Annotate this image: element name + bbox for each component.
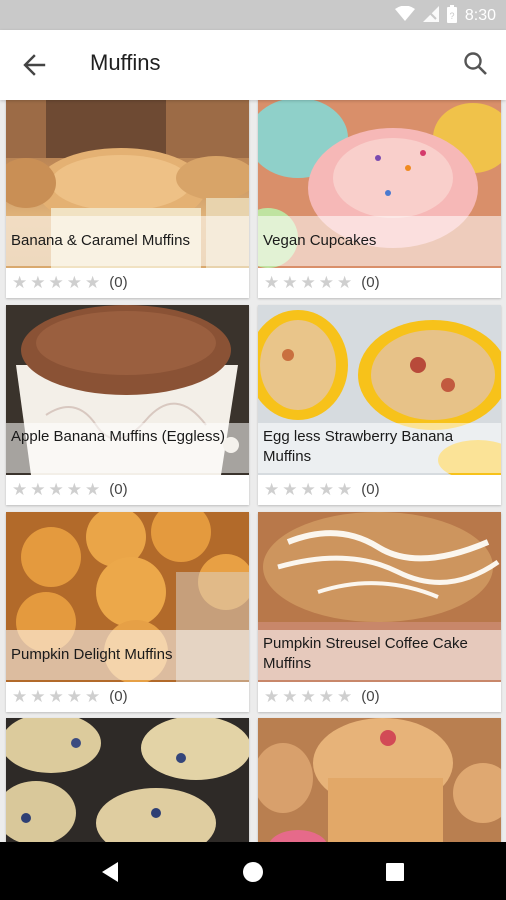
status-bar: ? 8:30 (0, 0, 506, 30)
star-icon: ★ (66, 686, 82, 706)
recipe-title: Egg less Strawberry Banana Muffins (258, 423, 501, 473)
recipe-image (6, 718, 249, 842)
recipe-title: Vegan Cupcakes (258, 216, 501, 266)
star-icon: ★ (337, 272, 353, 292)
star-icon: ★ (318, 686, 334, 706)
rating: ★ ★ ★ ★ ★ (0) (264, 272, 380, 292)
recipe-card[interactable] (258, 718, 501, 842)
back-arrow-icon[interactable] (20, 52, 50, 78)
recipe-card[interactable]: Egg less Strawberry Banana Muffins ★ ★ ★… (258, 305, 501, 505)
rating-count: (0) (109, 481, 128, 498)
star-icon: ★ (300, 686, 316, 706)
star-icon: ★ (85, 686, 101, 706)
recipe-grid: Banana & Caramel Muffins ★ ★ ★ ★ ★ (0) V… (0, 100, 506, 842)
rating: ★ ★ ★ ★ ★ (0) (264, 686, 380, 706)
star-icon: ★ (264, 479, 280, 499)
star-icon: ★ (264, 272, 280, 292)
svg-text:?: ? (449, 11, 454, 21)
signal-icon (422, 6, 439, 26)
search-icon[interactable] (462, 50, 490, 78)
star-icon: ★ (282, 479, 298, 499)
rating-count: (0) (109, 274, 128, 291)
star-icon: ★ (282, 686, 298, 706)
star-icon: ★ (48, 272, 64, 292)
recipe-title: Banana & Caramel Muffins (6, 216, 249, 266)
star-icon: ★ (12, 686, 28, 706)
star-icon: ★ (12, 272, 28, 292)
recipe-card[interactable]: Banana & Caramel Muffins ★ ★ ★ ★ ★ (0) (6, 100, 249, 298)
star-icon: ★ (318, 479, 334, 499)
recipe-card[interactable] (6, 718, 249, 842)
rating: ★ ★ ★ ★ ★ (0) (12, 479, 128, 499)
recipe-card[interactable]: Pumpkin Streusel Coffee Cake Muffins ★ ★… (258, 512, 501, 712)
rating-count: (0) (109, 688, 128, 705)
home-nav-icon[interactable] (242, 861, 264, 887)
star-icon: ★ (300, 272, 316, 292)
navigation-bar (0, 842, 506, 900)
recipe-card[interactable]: Pumpkin Delight Muffins ★ ★ ★ ★ ★ (0) (6, 512, 249, 712)
star-icon: ★ (48, 686, 64, 706)
star-icon: ★ (12, 479, 28, 499)
rating: ★ ★ ★ ★ ★ (0) (264, 479, 380, 499)
star-icon: ★ (300, 479, 316, 499)
rating-count: (0) (361, 688, 380, 705)
status-time: 8:30 (464, 7, 496, 24)
recipe-title: Apple Banana Muffins (Eggless) (6, 423, 249, 473)
rating-count: (0) (361, 274, 380, 291)
recipe-title: Pumpkin Streusel Coffee Cake Muffins (258, 630, 501, 680)
star-icon: ★ (66, 479, 82, 499)
star-icon: ★ (85, 272, 101, 292)
recipe-card[interactable]: Vegan Cupcakes ★ ★ ★ ★ ★ (0) (258, 100, 501, 298)
wifi-icon (394, 5, 415, 26)
page-title: Muffins (90, 50, 161, 75)
recipe-title: Pumpkin Delight Muffins (6, 630, 249, 680)
rating: ★ ★ ★ ★ ★ (0) (12, 686, 128, 706)
star-icon: ★ (85, 479, 101, 499)
recipe-image (258, 718, 501, 842)
star-icon: ★ (282, 272, 298, 292)
rating: ★ ★ ★ ★ ★ (0) (12, 272, 128, 292)
back-nav-icon[interactable] (100, 862, 120, 886)
star-icon: ★ (30, 686, 46, 706)
battery-icon: ? (446, 5, 457, 27)
recipe-card[interactable]: Apple Banana Muffins (Eggless) ★ ★ ★ ★ ★… (6, 305, 249, 505)
star-icon: ★ (318, 272, 334, 292)
star-icon: ★ (30, 272, 46, 292)
rating-count: (0) (361, 481, 380, 498)
star-icon: ★ (337, 686, 353, 706)
star-icon: ★ (48, 479, 64, 499)
star-icon: ★ (30, 479, 46, 499)
star-icon: ★ (66, 272, 82, 292)
star-icon: ★ (264, 686, 280, 706)
star-icon: ★ (337, 479, 353, 499)
app-bar: Muffins (0, 30, 506, 100)
recents-nav-icon[interactable] (386, 863, 404, 885)
